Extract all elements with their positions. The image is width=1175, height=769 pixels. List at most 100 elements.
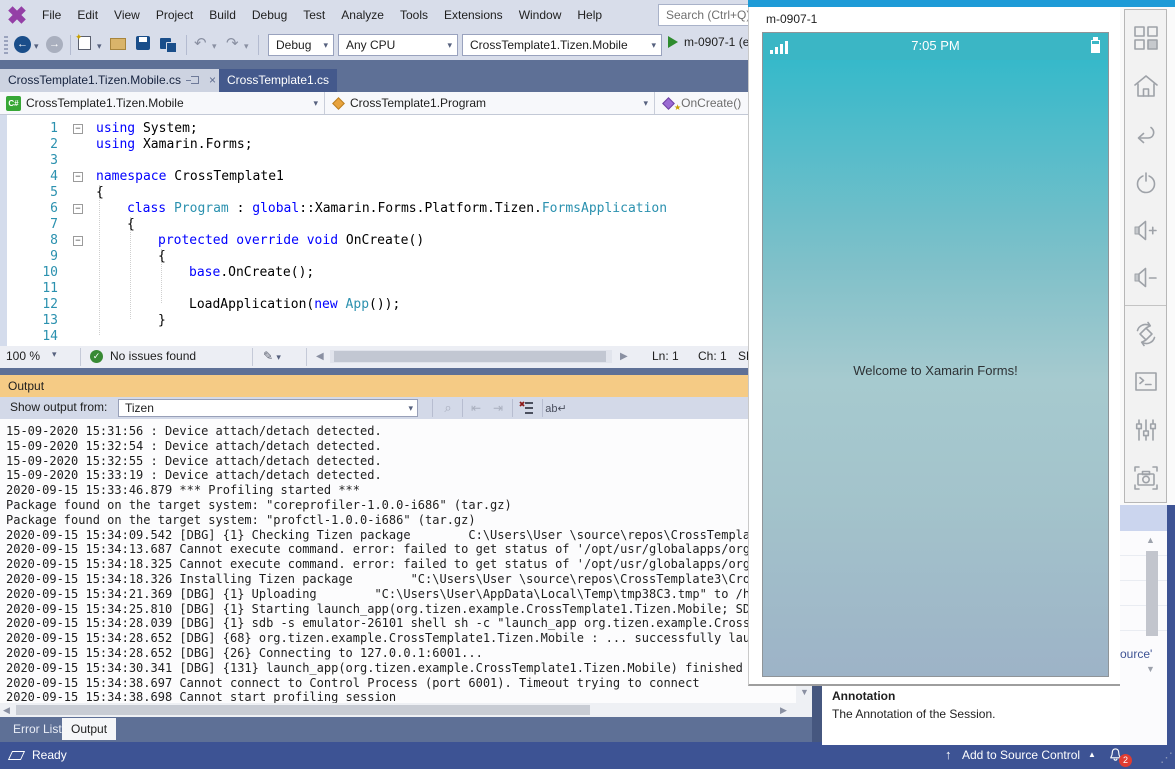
configuration-select[interactable]: Debug▾ (268, 34, 334, 56)
navigate-forward-button[interactable]: → (46, 36, 63, 53)
vscroll-down-arrow[interactable]: ▼ (800, 687, 809, 697)
output-log-line: 2020-09-15 15:34:38.698 Cannot start pro… (6, 690, 812, 703)
chevron-down-icon[interactable]: ▾ (52, 349, 57, 360)
fold-collapse-icon[interactable]: − (73, 172, 83, 182)
output-log-line: 2020-09-15 15:34:21.369 [DBG] {1} Upload… (6, 587, 812, 602)
tab-error-list[interactable]: Error List (4, 718, 71, 740)
screenshot-icon (1131, 463, 1161, 493)
source-control-chevron-icon[interactable]: ▲ (1088, 750, 1096, 759)
line-number: 8 (14, 233, 58, 249)
tab-crosstemplate1-tizen-mobile-cs[interactable]: CrossTemplate1.Tizen.Mobile.cs× (0, 69, 224, 92)
emulator-rotate-button[interactable] (1129, 310, 1163, 358)
menu-debug[interactable]: Debug (244, 0, 295, 30)
scrollbar-thumb[interactable] (16, 705, 590, 715)
startup-project-select[interactable]: CrossTemplate1.Tizen.Mobile▾ (462, 34, 662, 56)
background-tasks-icon[interactable] (8, 751, 25, 760)
navigate-back-dropdown[interactable]: ▾ (34, 41, 39, 52)
menu-view[interactable]: View (106, 0, 148, 30)
show-output-from-label: Show output from: (10, 400, 107, 414)
fold-collapse-icon[interactable]: − (73, 204, 83, 214)
hscroll-left-arrow[interactable]: ◀ (316, 351, 324, 362)
output-log-line: 15-09-2020 15:32:54 : Device attach/deta… (6, 439, 812, 454)
hscroll-left-arrow[interactable]: ◀ (3, 705, 10, 716)
menu-help[interactable]: Help (569, 0, 610, 30)
line-number: 6 (14, 201, 58, 217)
menu-project[interactable]: Project (148, 0, 201, 30)
menu-test[interactable]: Test (295, 0, 333, 30)
navigate-back-button[interactable]: ← (14, 36, 31, 53)
redo-dropdown[interactable]: ▾ (244, 41, 249, 52)
save-all-button[interactable] (160, 36, 171, 52)
emulator-power-button[interactable] (1129, 158, 1163, 206)
open-file-button[interactable] (110, 37, 126, 53)
health-check-icon[interactable]: ✓ (90, 350, 103, 363)
menu-analyze[interactable]: Analyze (333, 0, 392, 30)
emulator-controls-button[interactable] (1129, 406, 1163, 454)
hscroll-right-arrow[interactable]: ▶ (780, 705, 787, 716)
hidden-panel-header (1120, 505, 1167, 531)
start-debugging-button[interactable]: m-0907-1 (e (668, 35, 749, 49)
editor-horizontal-scrollbar[interactable] (330, 350, 612, 363)
emulator-volume-up-button[interactable] (1129, 206, 1163, 254)
redo-button[interactable]: ↷ (226, 34, 239, 52)
line-number: 14 (14, 329, 58, 345)
vscroll-down-arrow[interactable]: ▼ (1146, 664, 1155, 674)
clear-all-icon[interactable] (518, 400, 534, 416)
add-to-source-control-button[interactable]: Add to Source Control (962, 748, 1080, 762)
output-horizontal-scrollbar[interactable]: ◀ ▶ (0, 703, 812, 717)
output-toolbar: Show output from: Tizen▾ ⌕ ⇤ ⇥ ab↵ (0, 397, 812, 419)
tab-output[interactable]: Output (62, 718, 116, 740)
next-message-icon[interactable]: ⇥ (490, 400, 506, 416)
emulator-home-button[interactable] (1129, 62, 1163, 110)
word-wrap-icon[interactable]: ab↵ (548, 400, 564, 416)
output-source-select[interactable]: Tizen▾ (118, 399, 418, 417)
editor-zoom-select[interactable]: 100 % (6, 349, 40, 363)
document-health-status[interactable]: No issues found (110, 349, 196, 363)
menu-window[interactable]: Window (511, 0, 570, 30)
new-project-dropdown[interactable]: ▾ (97, 41, 102, 52)
undo-dropdown[interactable]: ▾ (212, 41, 217, 52)
menu-file[interactable]: File (34, 0, 69, 30)
fold-collapse-icon[interactable]: − (73, 124, 83, 134)
emulator-screenshot-button[interactable] (1129, 454, 1163, 502)
output-panel-title[interactable]: Output (0, 375, 812, 397)
new-project-button[interactable]: ✦ (78, 36, 91, 53)
scrollbar-thumb[interactable] (334, 351, 606, 362)
menu-edit[interactable]: Edit (69, 0, 106, 30)
tab-crosstemplate1-cs[interactable]: CrossTemplate1.cs (219, 69, 337, 92)
emulator-apps-grid-button[interactable] (1129, 14, 1163, 62)
scrollbar-thumb[interactable] (1146, 551, 1158, 636)
fold-collapse-icon[interactable]: − (73, 236, 83, 246)
close-icon[interactable]: × (209, 73, 216, 87)
pin-icon[interactable] (191, 76, 199, 84)
line-number: 5 (14, 185, 58, 201)
list-rows (1120, 531, 1167, 646)
project-dropdown[interactable]: C# CrossTemplate1.Tizen.Mobile▾ (0, 92, 325, 114)
annotation-panel: Annotation The Annotation of the Session… (822, 684, 1120, 745)
output-log-line: Package found on the target system: "pro… (6, 513, 812, 528)
emulator-screen[interactable]: 7:05 PM Welcome to Xamarin Forms! (762, 32, 1109, 677)
vscroll-up-arrow[interactable]: ▲ (1146, 535, 1155, 545)
save-button[interactable] (136, 36, 150, 53)
app-screen[interactable]: Welcome to Xamarin Forms! (763, 60, 1108, 676)
undo-button[interactable]: ↶ (194, 34, 207, 52)
emulator-volume-down-button[interactable] (1129, 254, 1163, 302)
emulator-shell-button[interactable] (1129, 358, 1163, 406)
previous-message-icon[interactable]: ⇤ (468, 400, 484, 416)
find-message-icon[interactable]: ⌕ (440, 400, 456, 416)
output-log-line: 2020-09-15 15:34:28.652 [DBG] {26} Conne… (6, 646, 812, 661)
emulator-back-button[interactable] (1129, 110, 1163, 158)
output-log-line: 15-09-2020 15:31:56 : Device attach/deta… (6, 424, 812, 439)
code-cleanup-icon[interactable]: ✎ ▾ (263, 349, 281, 363)
hscroll-right-arrow[interactable]: ▶ (620, 351, 628, 362)
type-dropdown[interactable]: CrossTemplate1.Program▾ (325, 92, 655, 114)
annotation-title: Annotation (832, 689, 1110, 703)
menu-extensions[interactable]: Extensions (436, 0, 511, 30)
platform-select[interactable]: Any CPU▾ (338, 34, 458, 56)
right-column: ▲ ▼ ource' (1120, 7, 1175, 769)
menu-tools[interactable]: Tools (392, 0, 436, 30)
window-edge (1167, 505, 1175, 745)
output-log[interactable]: 15-09-2020 15:31:56 : Device attach/deta… (0, 419, 812, 703)
toolbar-grip[interactable] (4, 36, 8, 54)
menu-build[interactable]: Build (201, 0, 244, 30)
